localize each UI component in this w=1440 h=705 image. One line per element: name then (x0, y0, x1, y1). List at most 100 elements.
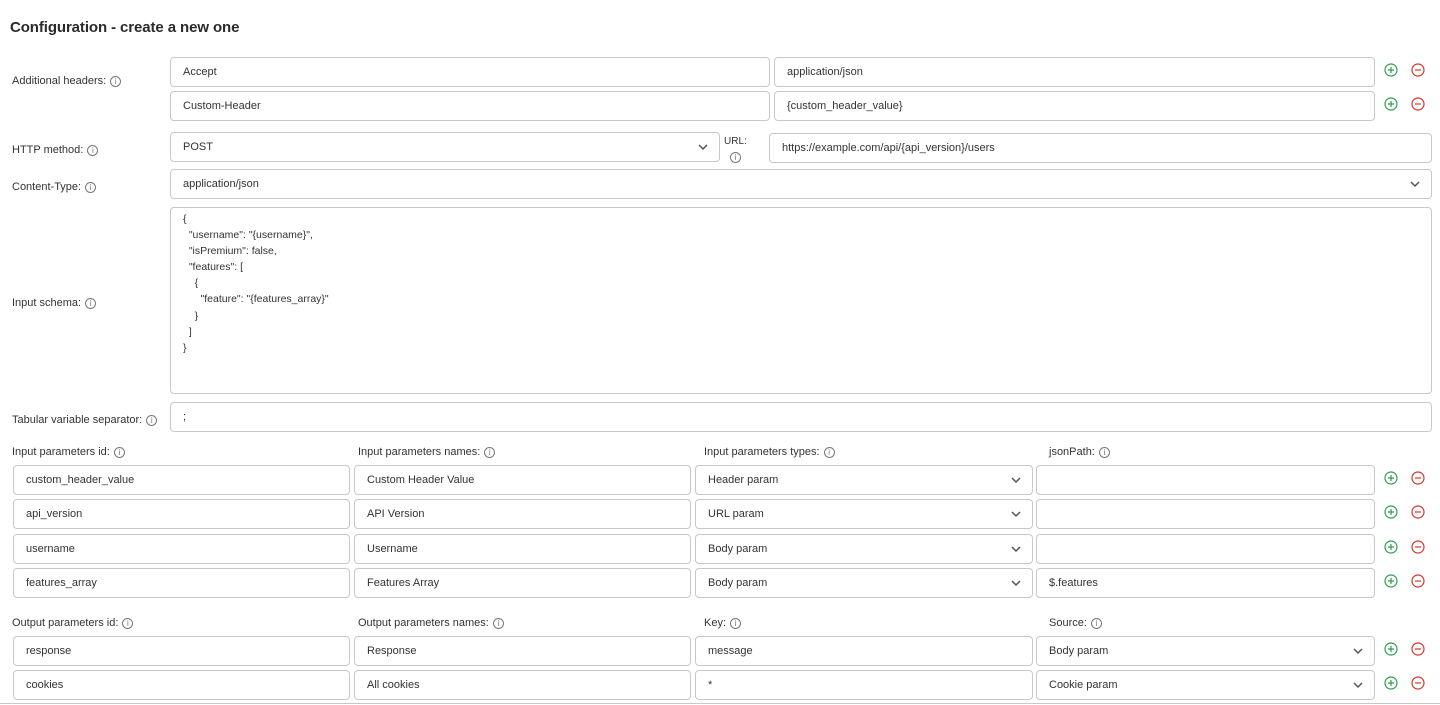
info-icon[interactable]: i (122, 617, 134, 629)
additional-headers-label: Additional headers: i (12, 75, 122, 87)
output-key-input[interactable] (708, 637, 1032, 665)
plus-circle-icon[interactable] (1384, 540, 1398, 554)
param-id-field[interactable] (13, 465, 350, 495)
minus-circle-icon[interactable] (1411, 505, 1425, 519)
output-name-input[interactable] (367, 637, 690, 665)
param-type-select[interactable]: Body param (695, 568, 1033, 598)
param-name-input[interactable] (367, 569, 690, 597)
param-type-select[interactable]: Body param (695, 534, 1033, 564)
plus-circle-icon[interactable] (1384, 471, 1398, 485)
header-name-input[interactable] (183, 92, 769, 120)
json-path-input[interactable] (1049, 569, 1374, 597)
tabular-separator-field[interactable] (170, 402, 1432, 432)
output-name-input[interactable] (367, 671, 690, 699)
input-schema-content: { "username": "{username}", "isPremium":… (183, 213, 329, 354)
plus-circle-icon[interactable] (1384, 505, 1398, 519)
info-icon[interactable]: i (1090, 617, 1102, 629)
json-path-field[interactable] (1036, 534, 1375, 564)
output-key-input[interactable] (708, 671, 1032, 699)
param-name-input[interactable] (367, 535, 690, 563)
input-schema-textarea[interactable]: { "username": "{username}", "isPremium":… (170, 207, 1432, 394)
chevron-down-icon (698, 144, 708, 151)
plus-circle-icon[interactable] (1384, 97, 1398, 111)
output-name-field[interactable] (354, 636, 691, 666)
param-type-value: URL param (708, 508, 764, 520)
info-icon[interactable]: i (730, 617, 742, 629)
param-type-select[interactable]: Header param (695, 465, 1033, 495)
minus-circle-icon[interactable] (1411, 63, 1425, 77)
param-name-field[interactable] (354, 568, 691, 598)
header-value-input[interactable] (787, 92, 1374, 120)
info-icon[interactable]: i (87, 144, 99, 156)
param-name-field[interactable] (354, 534, 691, 564)
info-icon[interactable]: i (492, 617, 504, 629)
output-id-input[interactable] (26, 671, 349, 699)
minus-circle-icon[interactable] (1411, 642, 1425, 656)
header-name-field[interactable] (170, 57, 770, 87)
output-source-select[interactable]: Body param (1036, 636, 1375, 666)
info-icon[interactable]: i (85, 181, 97, 193)
plus-circle-icon[interactable] (1384, 676, 1398, 690)
json-path-input[interactable] (1049, 466, 1374, 494)
header-value-field[interactable] (774, 91, 1375, 121)
minus-circle-icon[interactable] (1411, 471, 1425, 485)
info-icon[interactable]: i (146, 414, 158, 426)
info-icon[interactable]: i (85, 297, 97, 309)
output-id-field[interactable] (13, 636, 350, 666)
output-name-field[interactable] (354, 670, 691, 700)
param-id-input[interactable] (26, 466, 349, 494)
info-icon[interactable]: i (823, 446, 835, 458)
info-icon[interactable]: i (110, 75, 122, 87)
param-id-input[interactable] (26, 535, 349, 563)
output-key-field[interactable] (695, 670, 1033, 700)
json-path-field[interactable] (1036, 568, 1375, 598)
info-icon[interactable]: i (1098, 446, 1110, 458)
chevron-down-icon (1353, 648, 1363, 655)
minus-circle-icon[interactable] (1411, 574, 1425, 588)
param-name-field[interactable] (354, 465, 691, 495)
json-path-input[interactable] (1049, 500, 1374, 528)
info-icon[interactable]: i (484, 446, 496, 458)
param-id-field[interactable] (13, 499, 350, 529)
plus-circle-icon[interactable] (1384, 574, 1398, 588)
param-id-field[interactable] (13, 534, 350, 564)
info-icon[interactable]: i (730, 152, 741, 163)
param-id-field[interactable] (13, 568, 350, 598)
param-id-input[interactable] (26, 500, 349, 528)
plus-circle-icon[interactable] (1384, 642, 1398, 656)
content-type-label: Content-Type: i (12, 181, 97, 193)
param-type-select[interactable]: URL param (695, 499, 1033, 529)
output-id-input[interactable] (26, 637, 349, 665)
tabular-separator-input[interactable] (183, 403, 1431, 431)
key-header-text: Key: (704, 617, 727, 629)
header-value-field[interactable] (774, 57, 1375, 87)
param-name-field[interactable] (354, 499, 691, 529)
key-header: Key: i (704, 617, 742, 629)
json-path-input[interactable] (1049, 535, 1374, 563)
url-field[interactable] (769, 133, 1432, 163)
param-name-input[interactable] (367, 466, 690, 494)
output-source-value: Body param (1049, 645, 1109, 657)
param-id-input[interactable] (26, 569, 349, 597)
info-icon[interactable]: i (113, 446, 125, 458)
minus-circle-icon[interactable] (1411, 97, 1425, 111)
header-name-field[interactable] (170, 91, 770, 121)
header-name-input[interactable] (183, 58, 769, 86)
url-input[interactable] (782, 134, 1431, 162)
param-type-value: Body param (708, 543, 768, 555)
content-type-select[interactable]: application/json (170, 169, 1432, 199)
header-value-input[interactable] (787, 58, 1374, 86)
input-params-names-header-text: Input parameters names: (358, 446, 481, 458)
minus-circle-icon[interactable] (1411, 676, 1425, 690)
minus-circle-icon[interactable] (1411, 540, 1425, 554)
param-name-input[interactable] (367, 500, 690, 528)
param-type-value: Header param (708, 474, 779, 486)
output-id-field[interactable] (13, 670, 350, 700)
json-path-field[interactable] (1036, 499, 1375, 529)
output-source-select[interactable]: Cookie param (1036, 670, 1375, 700)
plus-circle-icon[interactable] (1384, 63, 1398, 77)
output-key-field[interactable] (695, 636, 1033, 666)
json-path-field[interactable] (1036, 465, 1375, 495)
http-method-select[interactable]: POST (170, 132, 720, 162)
page-title: Configuration - create a new one (10, 19, 240, 36)
